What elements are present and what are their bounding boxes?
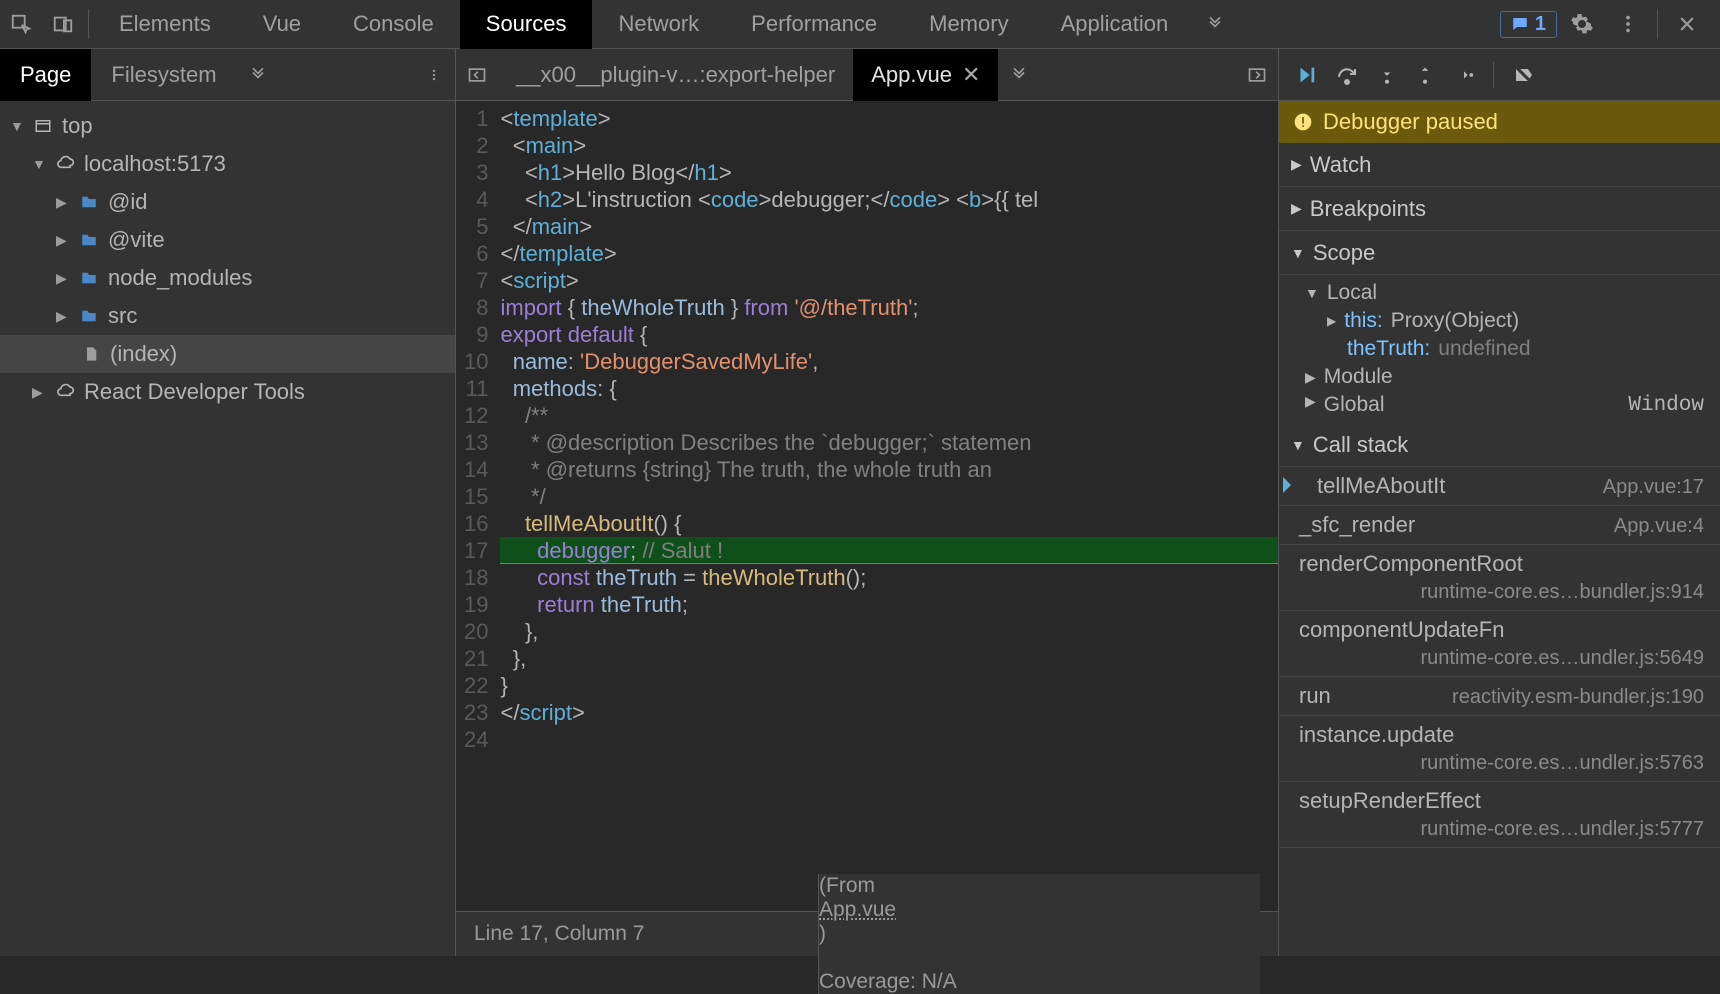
more-tabs-icon[interactable] — [1194, 3, 1236, 45]
tree-top[interactable]: ▼ top — [0, 107, 455, 145]
cloud-icon — [54, 382, 76, 402]
feedback-button[interactable]: 1 — [1500, 11, 1557, 38]
left-kebab-icon[interactable] — [413, 54, 455, 96]
resume-icon[interactable] — [1295, 64, 1317, 86]
source-file-link[interactable]: App.vue — [819, 898, 1260, 922]
tab-vue[interactable]: Vue — [237, 0, 327, 49]
tab-sources[interactable]: Sources — [460, 0, 593, 49]
more-file-tabs-icon[interactable] — [998, 54, 1040, 96]
tab-application[interactable]: Application — [1035, 0, 1195, 49]
close-icon[interactable] — [1666, 3, 1708, 45]
scope-module[interactable]: ▶Module — [1279, 363, 1720, 391]
cloud-icon — [54, 154, 76, 174]
page-tab[interactable]: Page — [0, 49, 91, 101]
code-editor[interactable]: 123456789101112131415161718192021222324 … — [456, 101, 1278, 911]
window-icon — [32, 117, 54, 135]
scope-global[interactable]: ▶GlobalWindow — [1279, 391, 1720, 419]
filesystem-tab[interactable]: Filesystem — [91, 49, 236, 101]
more-left-tabs-icon[interactable] — [237, 54, 279, 96]
folder-icon — [78, 307, 100, 325]
folder-icon — [78, 193, 100, 211]
callstack-frame[interactable]: tellMeAboutItApp.vue:17 — [1279, 467, 1720, 506]
file-icon — [80, 345, 102, 363]
debugger-paused-banner: Debugger paused — [1279, 101, 1720, 143]
nav-toggle-icon[interactable] — [456, 54, 498, 96]
tree-folder-nodemodules[interactable]: ▶node_modules — [0, 259, 455, 297]
settings-icon[interactable] — [1561, 3, 1603, 45]
tree-file-index[interactable]: (index) — [0, 335, 455, 373]
callstack-frame[interactable]: setupRenderEffectruntime-core.es…undler.… — [1279, 782, 1720, 848]
folder-icon — [78, 269, 100, 287]
tab-performance[interactable]: Performance — [725, 0, 903, 49]
tree-host[interactable]: ▼ localhost:5173 — [0, 145, 455, 183]
coverage-status: Coverage: N/A — [819, 970, 1260, 994]
callstack-frame[interactable]: renderComponentRootruntime-core.es…bundl… — [1279, 545, 1720, 611]
watch-section[interactable]: ▶Watch — [1279, 143, 1720, 187]
tree-ext[interactable]: ▶ React Developer Tools — [0, 373, 455, 411]
tab-network[interactable]: Network — [592, 0, 725, 49]
inspect-icon[interactable] — [0, 3, 42, 45]
file-tab-helper[interactable]: __x00__plugin-v…:export-helper — [498, 49, 853, 101]
file-tree: ▼ top ▼ localhost:5173 ▶@id▶@vite▶node_m… — [0, 101, 455, 956]
tab-elements[interactable]: Elements — [93, 0, 237, 49]
cursor-position: Line 17, Column 7 — [474, 922, 644, 946]
feedback-count: 1 — [1535, 13, 1546, 36]
step-icon[interactable] — [1453, 64, 1475, 86]
sidebar-toggle-icon[interactable] — [1236, 54, 1278, 96]
tab-memory[interactable]: Memory — [903, 0, 1034, 49]
callstack-section[interactable]: ▼Call stack — [1279, 423, 1720, 467]
callstack-frame[interactable]: instance.updateruntime-core.es…undler.js… — [1279, 716, 1720, 782]
close-tab-icon[interactable]: ✕ — [962, 62, 980, 88]
step-over-icon[interactable] — [1335, 63, 1359, 87]
step-out-icon[interactable] — [1415, 64, 1435, 86]
step-into-icon[interactable] — [1377, 64, 1397, 86]
devtools-toolbar: ElementsVueConsoleSourcesNetworkPerforma… — [0, 0, 1720, 49]
status-bar: Line 17, Column 7 (From App.vue) Coverag… — [456, 911, 1278, 956]
tree-folder-id[interactable]: ▶@id — [0, 183, 455, 221]
page-panel: Page Filesystem ▼ top ▼ localhost:5173 ▶… — [0, 49, 456, 956]
callstack-frame[interactable]: componentUpdateFnruntime-core.es…undler.… — [1279, 611, 1720, 677]
device-toggle-icon[interactable] — [42, 3, 84, 45]
tree-folder-vite[interactable]: ▶@vite — [0, 221, 455, 259]
scope-this[interactable]: ▶this: Proxy(Object) — [1279, 307, 1720, 335]
kebab-menu-icon[interactable] — [1607, 3, 1649, 45]
tree-folder-src[interactable]: ▶src — [0, 297, 455, 335]
file-tab-appvue[interactable]: App.vue ✕ — [853, 49, 998, 101]
scope-section[interactable]: ▼Scope — [1279, 231, 1720, 275]
scope-local[interactable]: ▼Local — [1279, 279, 1720, 307]
folder-icon — [78, 231, 100, 249]
debugger-controls — [1279, 49, 1720, 101]
debugger-panel: Debugger paused ▶Watch ▶Breakpoints ▼Sco… — [1278, 49, 1720, 956]
callstack-frame[interactable]: _sfc_renderApp.vue:4 — [1279, 506, 1720, 545]
tab-console[interactable]: Console — [327, 0, 460, 49]
scope-thetruth[interactable]: theTruth: undefined — [1279, 335, 1720, 363]
callstack-frame[interactable]: runreactivity.esm-bundler.js:190 — [1279, 677, 1720, 716]
breakpoints-section[interactable]: ▶Breakpoints — [1279, 187, 1720, 231]
editor-panel: __x00__plugin-v…:export-helper App.vue ✕… — [456, 49, 1278, 956]
deactivate-breakpoints-icon[interactable] — [1512, 63, 1536, 87]
